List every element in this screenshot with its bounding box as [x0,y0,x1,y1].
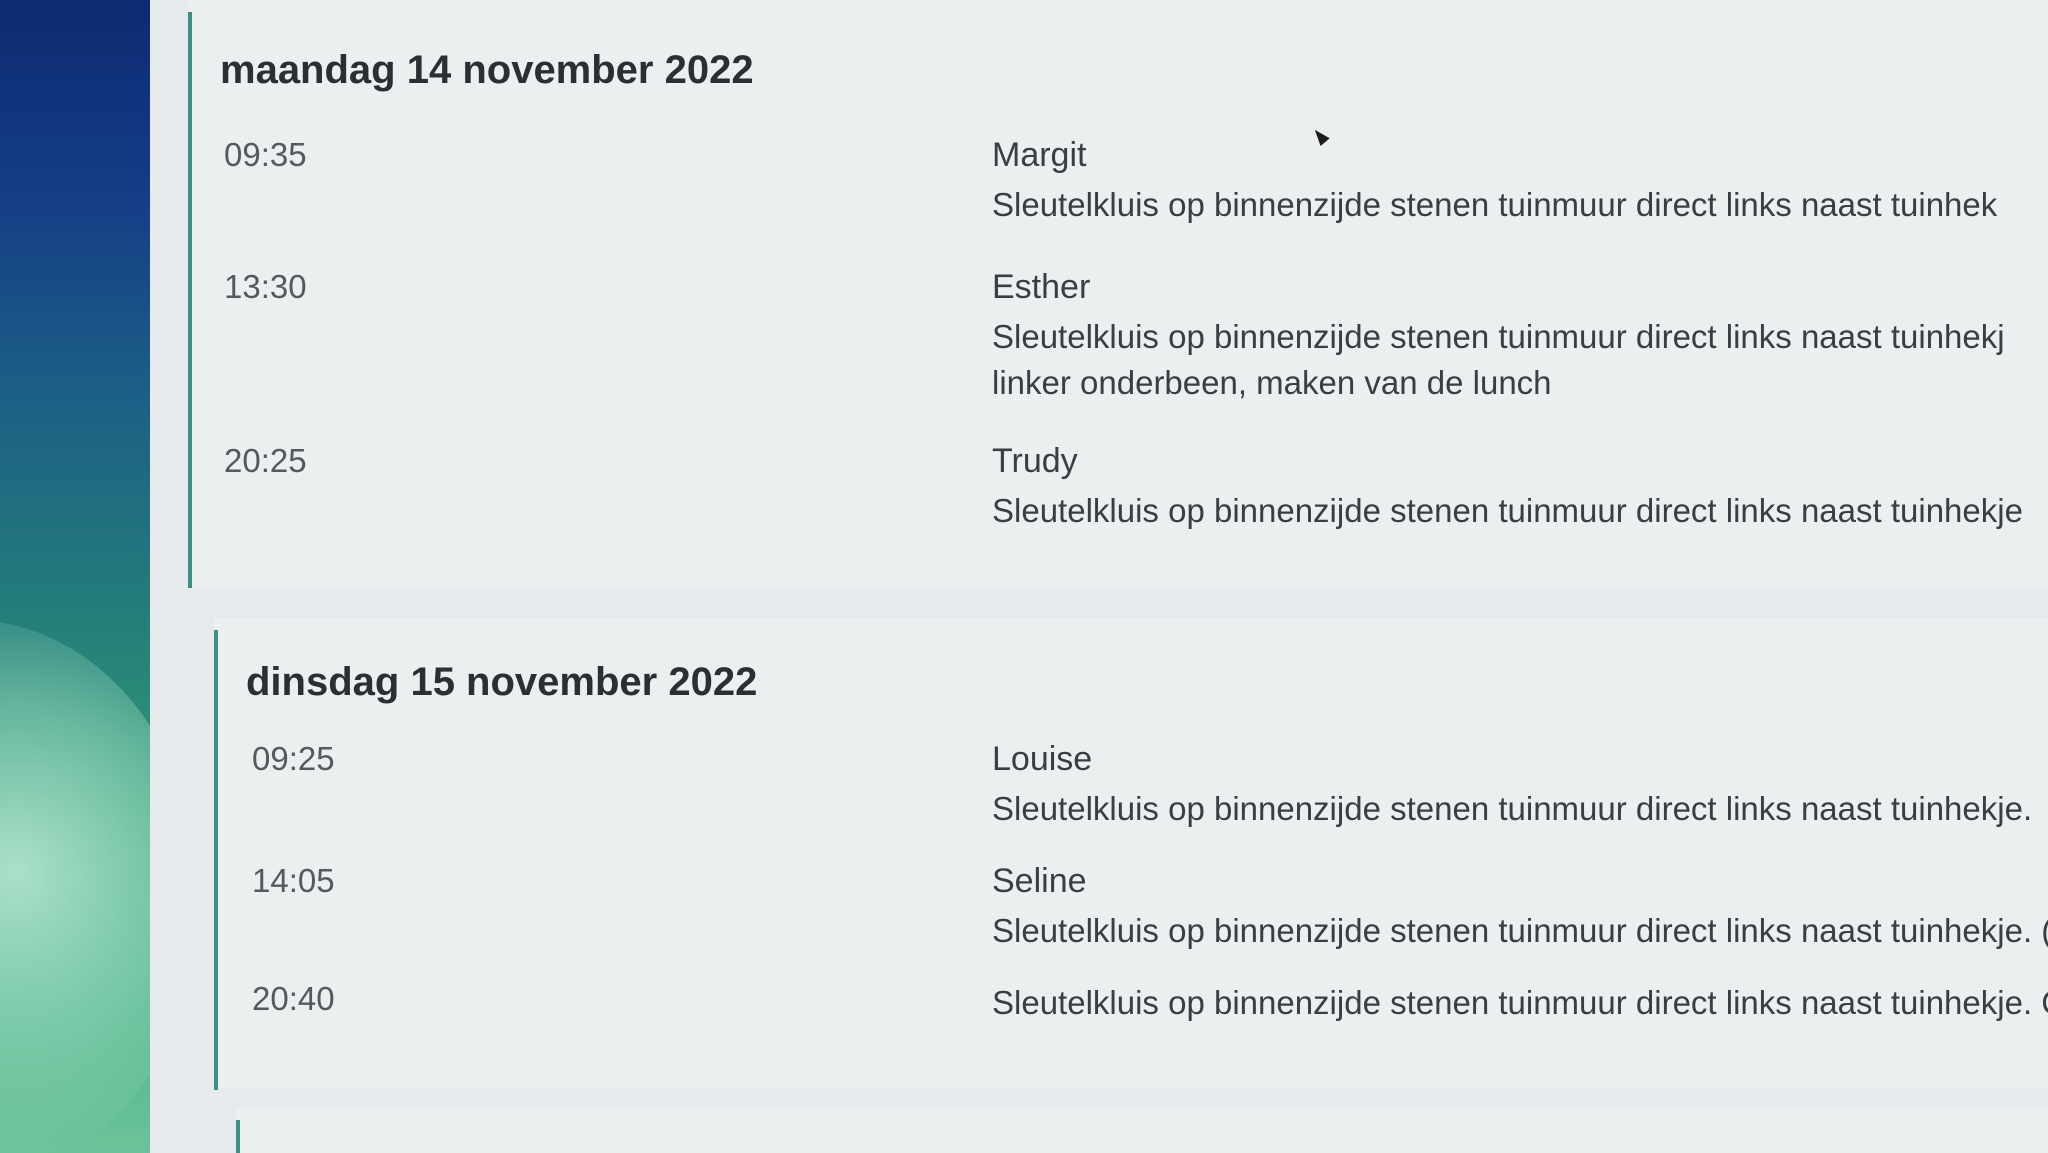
appointment-description: Sleutelkluis op binnenzijde stenen tuinm… [992,908,2048,954]
description-line: Sleutelkluis op binnenzijde stenen tuinm… [992,186,1998,223]
day-card-tuesday: dinsdag 15 november 2022 09:25 Louise Sl… [214,618,2048,1090]
description-line: Sleutelkluis op binnenzijde stenen tuinm… [992,912,2048,949]
appointment-time: 14:05 [252,862,335,899]
description-line: Sleutelkluis op binnenzijde stenen tuinm… [992,984,2048,1021]
appointment-client-name: Seline [992,862,1087,900]
appointment-description: Sleutelkluis op binnenzijde stenen tuinm… [992,786,2032,832]
appointment-time: 09:35 [224,136,307,173]
day-card-monday: maandag 14 november 2022 09:35 Margit Sl… [188,0,2048,588]
description-line: Sleutelkluis op binnenzijde stenen tuinm… [992,318,2005,355]
appointment-time: 09:25 [252,740,335,777]
appointment-description: Sleutelkluis op binnenzijde stenen tuinm… [992,182,1997,228]
appointment-description: Sleutelkluis op binnenzijde stenen tuinm… [992,980,2048,1026]
day-accent-bar [188,12,192,588]
appointment-client-name: Esther [992,268,1091,306]
description-line: Sleutelkluis op binnenzijde stenen tuinm… [992,492,2023,529]
day-accent-bar [236,1120,240,1153]
appointment-time: 20:40 [252,980,335,1017]
day-accent-bar [214,630,218,1090]
appointment-description: Sleutelkluis op binnenzijde stenen tuinm… [992,488,2023,534]
day-title: dinsdag 15 november 2022 [246,660,758,704]
appointment-client-name: Trudy [992,442,1078,480]
day-card-next [236,1108,2048,1153]
appointment-description: Sleutelkluis op binnenzijde stenen tuinm… [992,314,2005,406]
appointment-time: 20:25 [224,442,307,479]
appointment-client-name: Margit [992,136,1087,174]
appointment-time: 13:30 [224,268,307,305]
schedule-page: maandag 14 november 2022 09:35 Margit Sl… [150,0,2048,1153]
appointment-client-name: Louise [992,740,1093,778]
description-line: Sleutelkluis op binnenzijde stenen tuinm… [992,790,2033,827]
description-line: linker onderbeen, maken van de lunch [992,364,1552,401]
day-title: maandag 14 november 2022 [220,48,754,92]
